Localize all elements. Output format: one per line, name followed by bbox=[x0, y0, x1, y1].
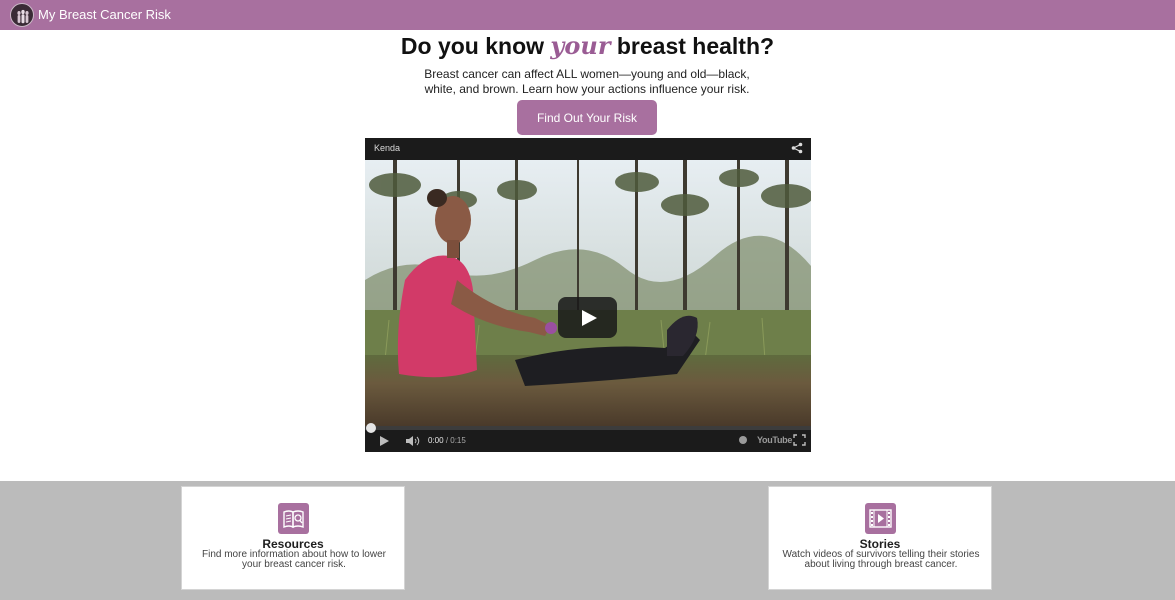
video-play-button[interactable] bbox=[558, 297, 617, 338]
video-controls: 0:00 / 0:15 YouTube bbox=[365, 423, 811, 452]
page-headline: Do you know your breast health? bbox=[0, 31, 1175, 60]
video-title[interactable]: Kenda bbox=[374, 143, 400, 153]
intro-text: Breast cancer can affect ALL women—young… bbox=[387, 67, 787, 97]
current-time: 0:00 bbox=[428, 436, 444, 445]
duration: / 0:15 bbox=[445, 436, 466, 445]
video-thumbnail[interactable] bbox=[365, 160, 811, 426]
site-title[interactable]: My Breast Cancer Risk bbox=[38, 7, 171, 22]
progress-bar[interactable] bbox=[365, 423, 811, 433]
video-title-bar: Kenda bbox=[365, 138, 811, 160]
feature-band: Resources Find more information about ho… bbox=[0, 481, 1175, 600]
fullscreen-icon[interactable] bbox=[793, 434, 806, 446]
headline-emphasis: your bbox=[550, 31, 611, 60]
headline-start: Do you know bbox=[400, 33, 545, 59]
play-icon bbox=[582, 310, 597, 326]
headline-end: breast health? bbox=[616, 33, 775, 59]
video-player[interactable]: Kenda 0:00 / 0:15 YouTube bbox=[365, 138, 811, 452]
resources-description: Find more information about how to lower… bbox=[202, 549, 386, 570]
volume-icon[interactable] bbox=[405, 435, 421, 447]
video-time: 0:00 / 0:15 bbox=[428, 436, 466, 445]
info-icon[interactable] bbox=[739, 436, 747, 444]
book-icon bbox=[278, 503, 309, 534]
stories-description: Watch videos of survivors telling their … bbox=[782, 549, 980, 570]
intro-line-2: white, and brown. Learn how your actions… bbox=[424, 82, 750, 96]
share-icon[interactable] bbox=[791, 142, 803, 154]
resources-card[interactable]: Resources Find more information about ho… bbox=[181, 486, 405, 590]
top-nav-bar: My Breast Cancer Risk bbox=[0, 0, 1175, 30]
stories-card[interactable]: Stories Watch videos of survivors tellin… bbox=[768, 486, 992, 590]
progress-scrubber[interactable] bbox=[366, 423, 376, 433]
find-out-your-risk-button[interactable]: Find Out Your Risk bbox=[517, 100, 657, 135]
intro-line-1: Breast cancer can affect ALL women—young… bbox=[424, 67, 750, 81]
film-icon bbox=[865, 503, 896, 534]
video-thumbnail-image bbox=[365, 160, 811, 426]
silhouettes-logo-icon[interactable] bbox=[10, 3, 34, 27]
control-play-icon[interactable] bbox=[380, 436, 389, 446]
youtube-logo-icon[interactable]: YouTube bbox=[757, 435, 792, 445]
